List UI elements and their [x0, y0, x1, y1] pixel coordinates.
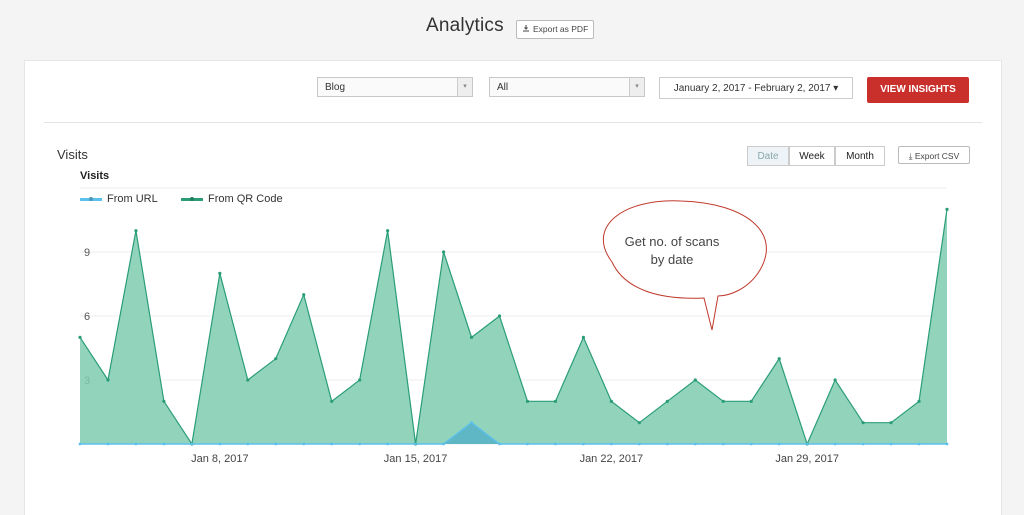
page-title: Analytics: [426, 15, 504, 36]
view-insights-button[interactable]: VIEW INSIGHTS: [867, 77, 969, 103]
chevron-down-icon: ▾: [629, 78, 644, 96]
tab-month[interactable]: Month: [835, 146, 885, 166]
chevron-down-icon: ▾: [457, 78, 472, 96]
scope-select[interactable]: All ▾: [489, 77, 645, 97]
analytics-panel: Blog ▾ All ▾ January 2, 2017 - February …: [24, 60, 1002, 515]
export-csv-button[interactable]: ⤓ Export CSV: [898, 146, 970, 164]
caret-down-icon: ▾: [833, 83, 839, 94]
site-select[interactable]: Blog ▾: [317, 77, 473, 97]
export-csv-label: Export CSV: [914, 151, 960, 161]
date-range-picker[interactable]: January 2, 2017 - February 2, 2017 ▾: [659, 77, 853, 99]
export-pdf-button[interactable]: Export as PDF: [516, 20, 595, 39]
export-icon: ⤓: [908, 151, 913, 161]
site-select-value: Blog: [325, 82, 346, 93]
top-bar: Analytics Export as PDF: [0, 0, 1024, 60]
divider: [44, 122, 982, 123]
scope-select-value: All: [497, 82, 509, 93]
tab-week[interactable]: Week: [789, 146, 835, 166]
tab-date[interactable]: Date: [747, 146, 789, 166]
export-icon: [522, 21, 530, 38]
export-pdf-label: Export as PDF: [533, 24, 589, 34]
date-range-value: January 2, 2017 - February 2, 2017: [673, 83, 831, 94]
chart-panel-title: Visits: [57, 147, 88, 162]
